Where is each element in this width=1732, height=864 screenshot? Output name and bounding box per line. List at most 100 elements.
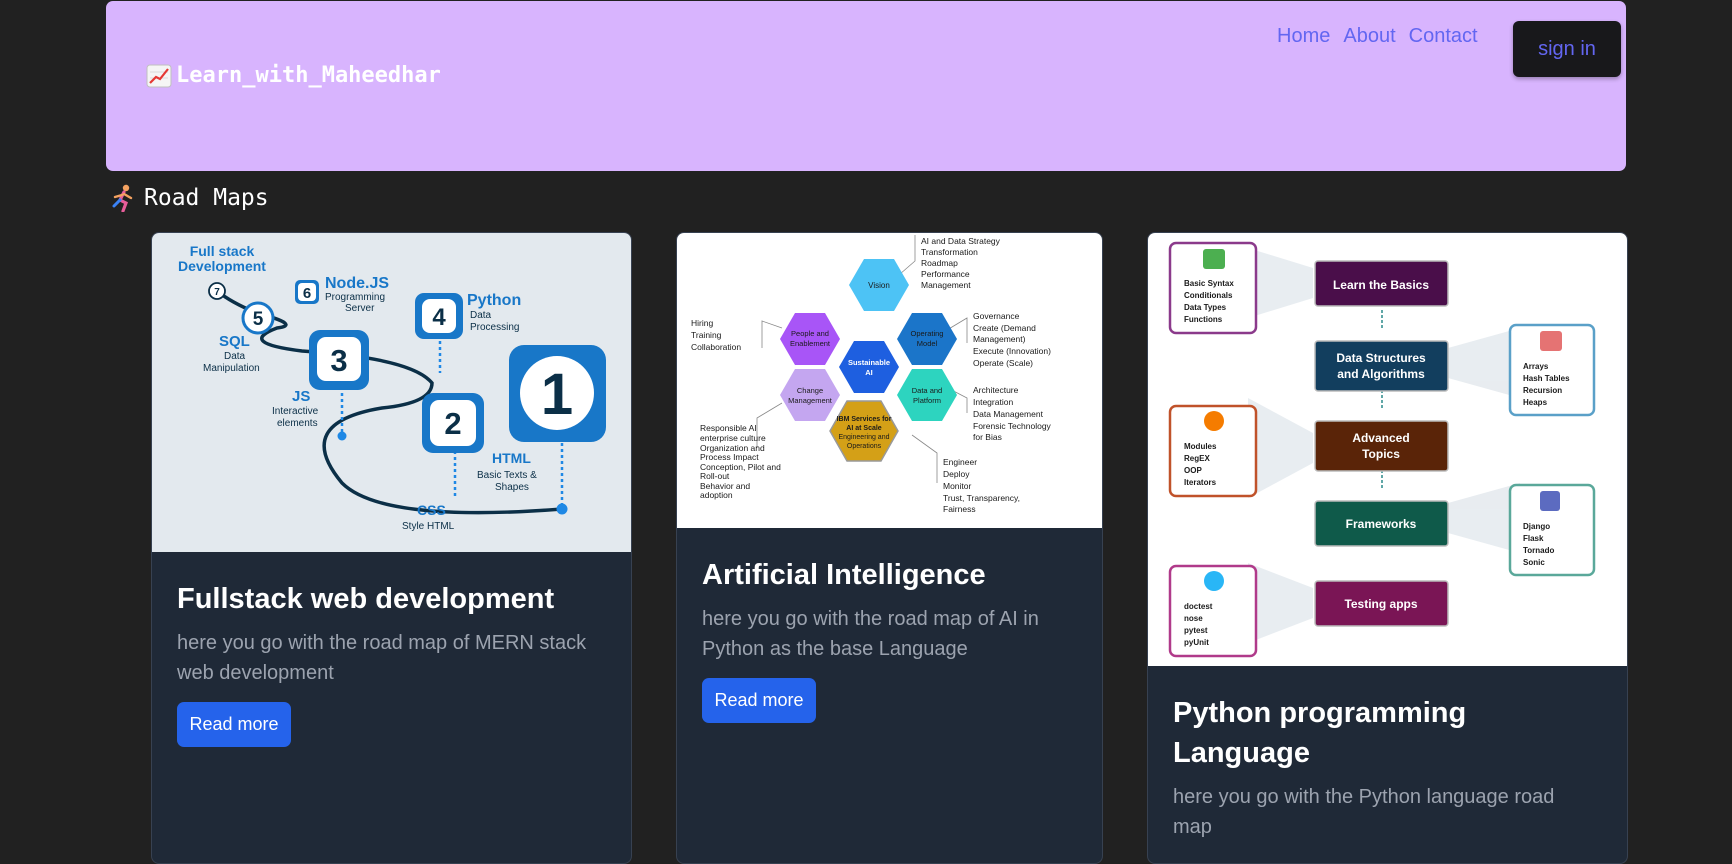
- svg-text:Data and: Data and: [912, 386, 942, 395]
- python-list-testing: doctest nose pytest pyUnit: [1168, 564, 1258, 658]
- svg-text:Topics: Topics: [1362, 447, 1400, 461]
- svg-text:Modules: Modules: [1184, 442, 1217, 451]
- svg-text:6: 6: [303, 285, 311, 302]
- python-step-dsa: Data Structures and Algorithms: [1314, 340, 1449, 392]
- svg-text:Shapes: Shapes: [495, 482, 529, 493]
- svg-text:Interactive: Interactive: [272, 406, 319, 417]
- svg-text:3: 3: [330, 343, 347, 378]
- nav-contact-link[interactable]: Contact: [1409, 25, 1478, 48]
- svg-text:pytest: pytest: [1184, 626, 1208, 635]
- svg-text:Governance: Governance: [973, 311, 1020, 321]
- svg-text:Arrays: Arrays: [1523, 362, 1549, 371]
- svg-text:Training: Training: [691, 330, 722, 340]
- svg-text:Manipulation: Manipulation: [203, 363, 260, 374]
- python-list-dsa: Arrays Hash Tables Recursion Heaps: [1508, 323, 1596, 417]
- svg-text:Create (Demand: Create (Demand: [973, 323, 1036, 333]
- svg-text:Roadmap: Roadmap: [921, 258, 958, 268]
- step-2-marker: 2: [422, 393, 484, 453]
- svg-text:Advanced: Advanced: [1352, 431, 1409, 445]
- svg-text:Change: Change: [797, 386, 823, 395]
- python-step-basics: Learn the Basics: [1314, 260, 1449, 307]
- svg-text:Data Structures: Data Structures: [1336, 351, 1426, 365]
- card-title: Artificial Intelligence: [702, 559, 986, 591]
- python-step-advanced: Advanced Topics: [1314, 420, 1449, 472]
- runner-icon: [112, 184, 133, 212]
- svg-text:Hash Tables: Hash Tables: [1523, 374, 1570, 383]
- svg-text:Sonic: Sonic: [1523, 558, 1545, 567]
- svg-text:Responsible AI: Responsible AI: [700, 423, 757, 433]
- svg-text:Data: Data: [224, 351, 246, 362]
- svg-text:Basic Texts &: Basic Texts &: [477, 470, 537, 481]
- svg-text:Operate (Scale): Operate (Scale): [973, 358, 1033, 368]
- svg-text:Model: Model: [917, 339, 938, 348]
- svg-text:OOP: OOP: [1184, 466, 1202, 475]
- svg-text:Process Impact: Process Impact: [700, 452, 759, 462]
- svg-text:People and: People and: [791, 329, 829, 338]
- svg-text:Fairness: Fairness: [943, 504, 976, 514]
- svg-text:Hiring: Hiring: [691, 318, 713, 328]
- svg-text:Engineering and: Engineering and: [839, 434, 890, 441]
- step-6-marker: 6: [295, 280, 319, 304]
- svg-text:7: 7: [214, 287, 220, 298]
- brand[interactable]: Learn_with_Maheedhar: [146, 63, 441, 88]
- ai-roadmap-image[interactable]: Vision People and Enablement Operating M…: [677, 233, 1102, 528]
- svg-text:Sustainable: Sustainable: [848, 358, 890, 367]
- svg-text:Management: Management: [788, 396, 833, 405]
- step-7-marker: 7: [208, 282, 226, 300]
- card-title: Python programming Language: [1173, 697, 1467, 769]
- svg-text:SQL: SQL: [219, 333, 250, 350]
- svg-text:Operating: Operating: [911, 329, 944, 338]
- step-5-marker: 5: [241, 301, 275, 335]
- card-title: Fullstack web development: [177, 583, 555, 615]
- card-description: here you go with the road map of MERN st…: [177, 632, 587, 684]
- svg-text:Vision: Vision: [868, 281, 890, 290]
- svg-text:Transformation: Transformation: [921, 247, 978, 257]
- read-more-button[interactable]: Read more: [702, 678, 816, 723]
- svg-text:Architecture: Architecture: [973, 385, 1019, 395]
- python-list-advanced: Modules RegEX OOP Iterators: [1168, 404, 1258, 498]
- svg-text:Forensic Technology: Forensic Technology: [973, 421, 1052, 431]
- svg-text:Collaboration: Collaboration: [691, 342, 741, 352]
- svg-text:Heaps: Heaps: [1523, 398, 1548, 407]
- svg-text:Execute (Innovation): Execute (Innovation): [973, 346, 1051, 356]
- svg-text:doctest: doctest: [1184, 602, 1213, 611]
- svg-text:Development: Development: [178, 258, 266, 274]
- python-list-frameworks: Django Flask Tornado Sonic: [1508, 483, 1596, 577]
- python-roadmap-image[interactable]: Learn the Basics Data Structures and Alg…: [1148, 233, 1627, 666]
- svg-text:Recursion: Recursion: [1523, 386, 1562, 395]
- roadmap-card-python: Learn the Basics Data Structures and Alg…: [1147, 232, 1628, 864]
- svg-text:Testing apps: Testing apps: [1344, 597, 1417, 611]
- svg-text:Operations: Operations: [847, 443, 882, 450]
- svg-text:AI: AI: [865, 368, 873, 377]
- svg-text:Full stack: Full stack: [190, 243, 255, 259]
- svg-text:Processing: Processing: [470, 322, 519, 333]
- svg-text:elements: elements: [277, 418, 318, 429]
- header: Learn_with_Maheedhar Home About Contact …: [106, 1, 1626, 171]
- step-4-marker: 4: [415, 293, 463, 339]
- svg-text:4: 4: [432, 304, 446, 331]
- read-more-button[interactable]: Read more: [177, 702, 291, 747]
- svg-text:adoption: adoption: [700, 490, 733, 500]
- svg-text:and Algorithms: and Algorithms: [1337, 367, 1425, 381]
- svg-text:Data Management: Data Management: [973, 409, 1044, 419]
- svg-text:JS: JS: [292, 388, 310, 405]
- svg-text:Monitor: Monitor: [943, 481, 972, 491]
- svg-text:Enablement: Enablement: [790, 339, 831, 348]
- svg-text:Style HTML: Style HTML: [402, 521, 455, 532]
- svg-text:AI at Scale: AI at Scale: [846, 425, 882, 432]
- sign-in-button[interactable]: sign in: [1513, 21, 1621, 77]
- python-step-testing: Testing apps: [1314, 580, 1449, 627]
- svg-text:Server: Server: [345, 303, 375, 314]
- svg-text:Iterators: Iterators: [1184, 478, 1217, 487]
- svg-text:Basic Syntax: Basic Syntax: [1184, 279, 1234, 288]
- svg-text:Data Types: Data Types: [1184, 303, 1227, 312]
- card-description: here you go with the Python language roa…: [1173, 786, 1555, 838]
- nav-home-link[interactable]: Home: [1277, 25, 1330, 48]
- svg-text:Roll-out: Roll-out: [700, 471, 730, 481]
- nav-about-link[interactable]: About: [1343, 25, 1395, 48]
- python-step-frameworks: Frameworks: [1314, 500, 1449, 547]
- fullstack-roadmap-image[interactable]: 7 6 5 4 3 2 1 Full stack Development Nod…: [152, 233, 631, 552]
- svg-text:Performance: Performance: [921, 269, 970, 279]
- svg-text:Management: Management: [921, 280, 971, 290]
- brand-name: Learn_with_Maheedhar: [176, 63, 441, 88]
